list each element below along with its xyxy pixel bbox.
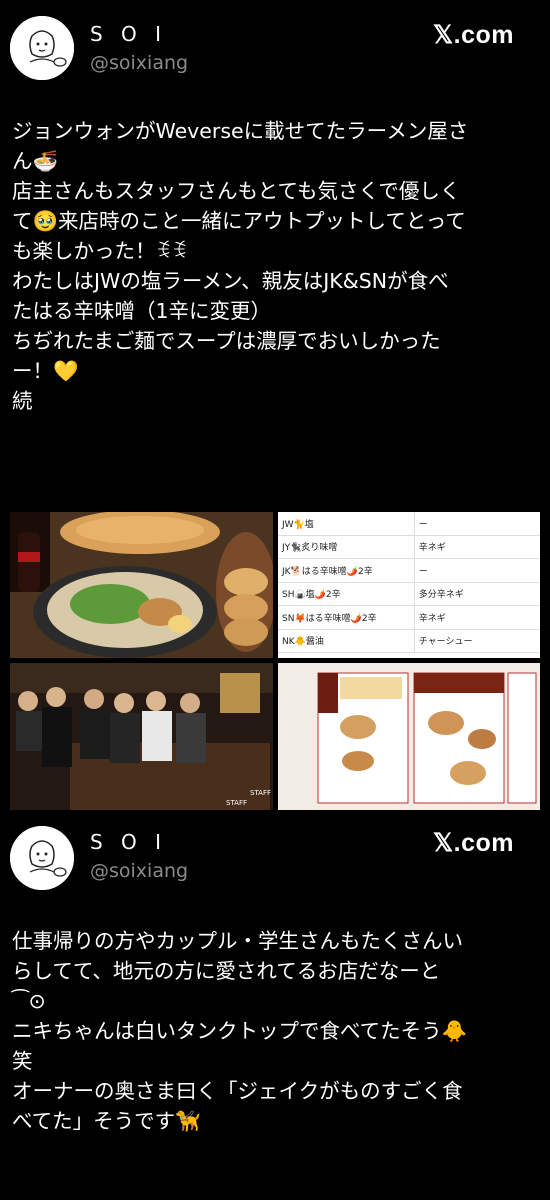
tweet-line: 仕事帰りの方やカップル・学生さんもたくさんい	[12, 929, 463, 953]
ramen-photo[interactable]	[10, 512, 273, 658]
member-order: NK🐥醤油	[278, 629, 415, 653]
tweet-line: らしてて、地元の方に愛されてるお店だなーと	[12, 959, 441, 983]
staff-label: STAFF	[226, 799, 247, 807]
member-order: SH🍙塩🌶️2辛	[278, 582, 415, 606]
tweet-text: ジョンウォンがWeverseに載せてたラーメン屋さ ん🍜 店主さんもスタッフさん…	[12, 116, 538, 416]
member-order: JW🐈塩	[278, 512, 415, 536]
author-handle[interactable]: @soixiang	[90, 52, 188, 74]
tweet-header: S O I @soixiang 𝕏.com	[0, 812, 550, 902]
photo-grid: JW🐈塩ー JY🐈‍⬛炙り味噌 辛ネギ JK🐕はる辛味噌🌶️2辛ー SH🍙塩🌶️2…	[10, 512, 540, 810]
tweet-line: ニキちゃんは白いタンクトップで食べてたそう🐥	[12, 1019, 468, 1043]
author-handle[interactable]: @soixiang	[90, 860, 188, 882]
tweet-line: ちぢれたまご麺でスープは濃厚でおいしかった	[12, 329, 441, 353]
table-row: JY🐈‍⬛炙り味噌 辛ネギ	[278, 535, 540, 559]
tweet-line: 続	[12, 389, 33, 413]
table-row: SH🍙塩🌶️2辛 多分辛ネギ	[278, 582, 540, 606]
topping: ー	[414, 558, 540, 583]
x-com-logo[interactable]: 𝕏.com	[433, 828, 514, 858]
avatar-drawing-icon	[10, 16, 74, 80]
tweet-line: 店主さんもスタッフさんもとても気さくで優しく	[12, 179, 461, 203]
tweet-line: 笑	[12, 1049, 33, 1073]
member-order: JK🐕はる辛味噌🌶️2辛	[278, 558, 415, 583]
topping: チャーシュー	[414, 629, 540, 653]
menu-board-photo[interactable]	[278, 663, 540, 810]
topping: 辛ネギ	[414, 605, 540, 630]
ramen-photo-image	[10, 512, 273, 658]
table-row: SN🦊はる辛味噌🌶️2辛 辛ネギ	[278, 605, 540, 630]
tweet-line: ⁀⊙	[12, 989, 46, 1013]
tweet-line: たはる辛味噌（1辛に変更）	[12, 299, 272, 323]
group-photo-image: STAFF STAFF	[10, 663, 273, 810]
table-row: NK🐥醤油 チャーシュー	[278, 629, 540, 653]
tweet-card-1: S O I @soixiang 𝕏.com ジョンウォンがWeverseに載せて…	[0, 0, 550, 810]
member-order: SN🦊はる辛味噌🌶️2辛	[278, 605, 415, 630]
table-row: JW🐈塩ー	[278, 512, 540, 536]
author-name[interactable]: S O I	[90, 830, 167, 854]
author-name[interactable]: S O I	[90, 22, 167, 46]
tweet-line: ジョンウォンがWeverseに載せてたラーメン屋さ	[12, 119, 469, 143]
group-photo[interactable]: STAFF STAFF	[10, 663, 273, 810]
tweet-card-2: S O I @soixiang 𝕏.com 仕事帰りの方やカップル・学生さんもた…	[0, 812, 550, 1133]
tweet-header: S O I @soixiang 𝕏.com	[0, 0, 550, 90]
tweet-line: べてた」そうです🦮	[12, 1109, 201, 1133]
topping: 多分辛ネギ	[414, 582, 540, 606]
x-com-logo[interactable]: 𝕏.com	[433, 20, 514, 50]
staff-label: STAFF	[250, 789, 271, 797]
tweet-line: わたしはJWの塩ラーメン、親友はJK&SNが食べ	[12, 269, 449, 293]
tweet-line: オーナーの奥さま曰く「ジェイクがものすごく食	[12, 1079, 463, 1103]
member-order: JY🐈‍⬛炙り味噌	[278, 535, 415, 559]
tweet-line: ん🍜	[12, 149, 59, 173]
menu-order-table[interactable]: JW🐈塩ー JY🐈‍⬛炙り味噌 辛ネギ JK🐕はる辛味噌🌶️2辛ー SH🍙塩🌶️2…	[278, 512, 540, 658]
tweet-line: て🥹来店時のこと一緒にアウトプットしてとって	[12, 209, 466, 233]
tweet-text: 仕事帰りの方やカップル・学生さんもたくさんい らしてて、地元の方に愛されてるお店…	[12, 926, 538, 1136]
menu-board-image	[278, 663, 540, 810]
tweet-line: ー！💛	[12, 359, 79, 383]
order-table: JW🐈塩ー JY🐈‍⬛炙り味噌 辛ネギ JK🐕はる辛味噌🌶️2辛ー SH🍙塩🌶️2…	[278, 512, 540, 653]
table-row: JK🐕はる辛味噌🌶️2辛ー	[278, 558, 540, 583]
tweet-line: も楽しかった！ꉂꉂ	[12, 239, 188, 263]
avatar[interactable]	[10, 16, 74, 80]
topping: 辛ネギ	[414, 535, 540, 559]
avatar[interactable]	[10, 826, 74, 890]
topping: ー	[414, 512, 540, 536]
avatar-drawing-icon	[10, 826, 74, 890]
